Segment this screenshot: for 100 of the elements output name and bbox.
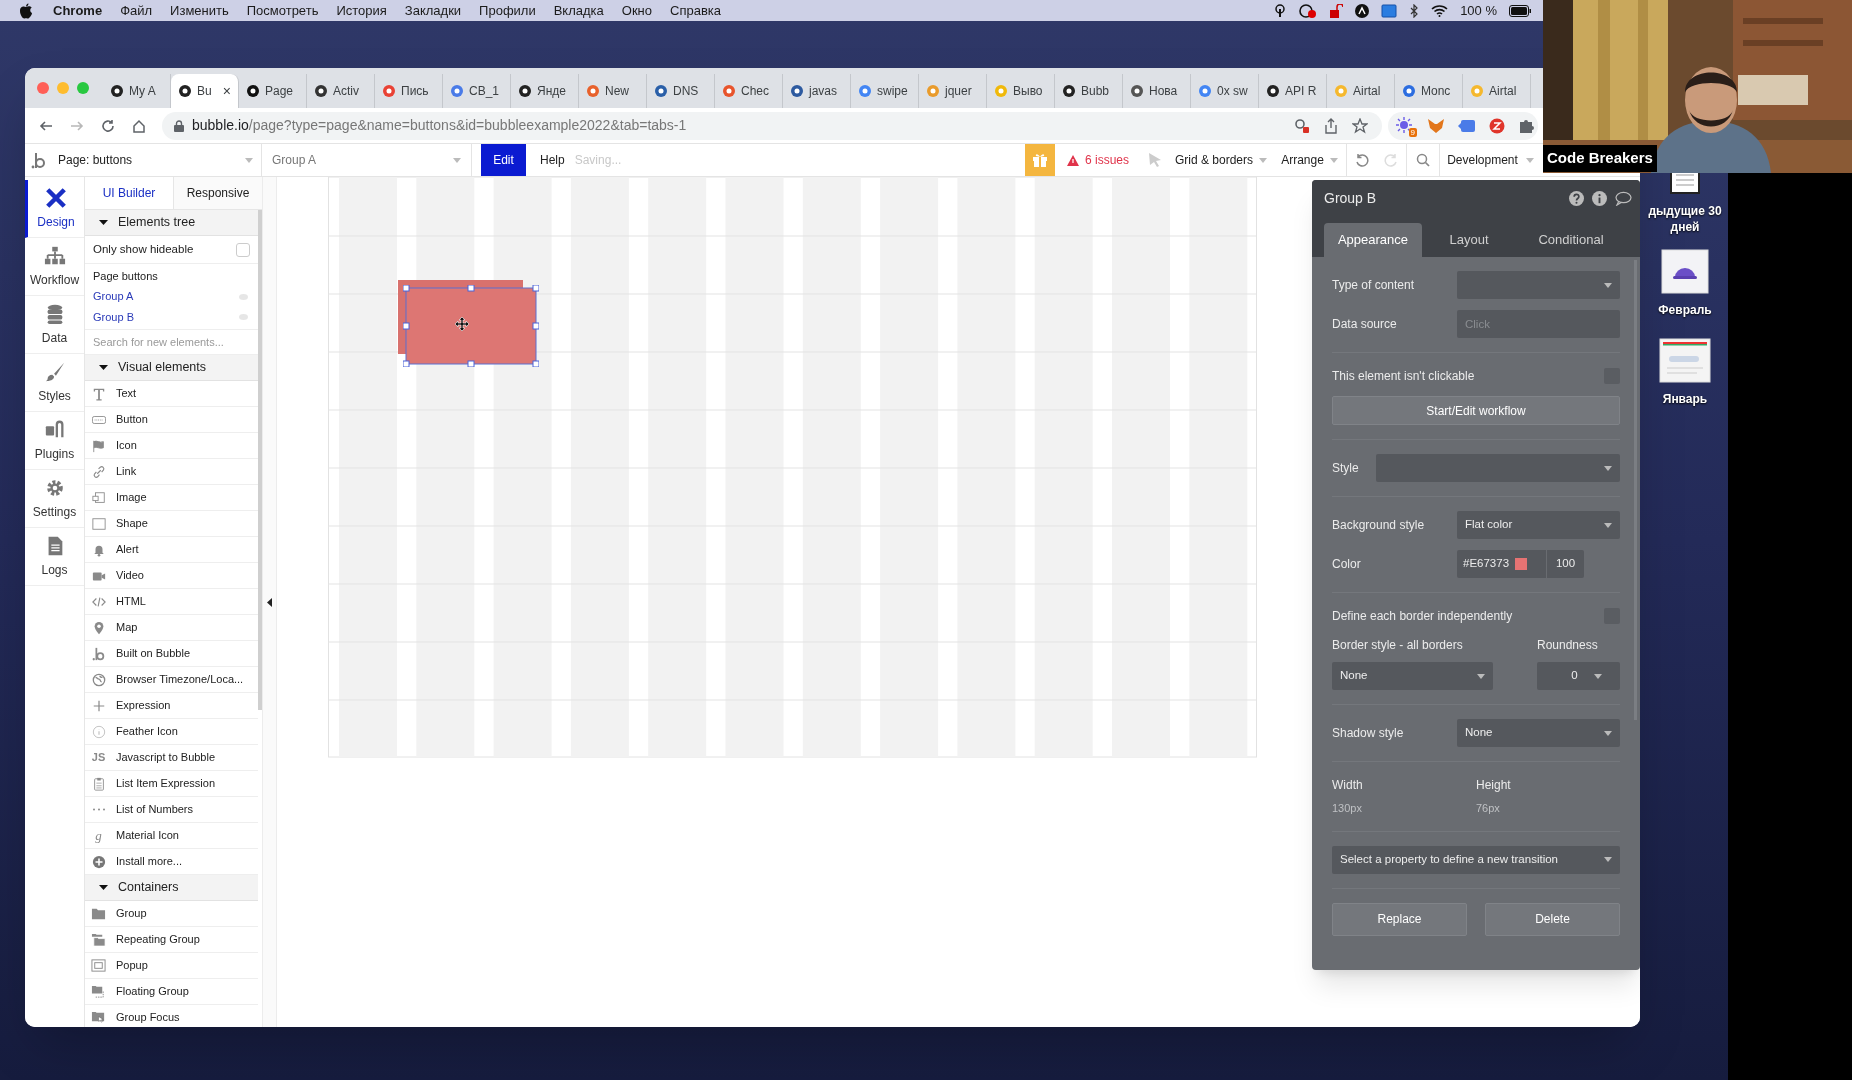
help-link[interactable]: Help	[540, 151, 565, 169]
search-field[interactable]: Search for new elements...	[85, 330, 258, 355]
element-list-item[interactable]: Map	[85, 615, 258, 641]
workflow-button[interactable]: Start/Edit workflow	[1332, 396, 1620, 425]
tree-item[interactable]: Group A	[93, 288, 134, 305]
menu-item[interactable]: Окно	[621, 0, 653, 21]
delete-button[interactable]: Delete	[1485, 902, 1620, 936]
element-list-item[interactable]: Repeating Group	[85, 927, 258, 953]
menu-item[interactable]: История	[336, 0, 387, 21]
element-list-item[interactable]: Popup	[85, 953, 258, 979]
share-icon[interactable]	[1324, 117, 1338, 134]
element-dropdown[interactable]: Group A	[262, 144, 472, 176]
helmet-thumbnail[interactable]	[1661, 249, 1709, 294]
element-list-item[interactable]: Feather Icon	[85, 719, 258, 745]
close-window-button[interactable]	[37, 82, 49, 94]
reload-icon[interactable]	[101, 118, 115, 133]
element-list-item[interactable]: Floating Group	[85, 979, 258, 1005]
element-list-item[interactable]: Group	[85, 901, 258, 927]
desktop-icon-label[interactable]: дыдущие 30 дней	[1643, 203, 1727, 235]
element-list-item[interactable]: Group Focus	[85, 1005, 258, 1027]
search-icon[interactable]	[1416, 153, 1430, 167]
sidebar-item[interactable]: Settings	[25, 470, 84, 528]
select-dropdown[interactable]: Flat color	[1457, 511, 1620, 539]
color-value[interactable]: #E67373	[1457, 555, 1510, 573]
element-list-item[interactable]: Icon	[85, 433, 258, 459]
panel-tab[interactable]: Appearance	[1324, 223, 1422, 257]
logo-icon	[91, 646, 106, 661]
element-list-item[interactable]: g Material Icon	[85, 823, 258, 849]
toolbar-menu[interactable]: Grid & borders	[1169, 144, 1273, 176]
extension-icon[interactable]	[1489, 117, 1505, 134]
page-dropdown[interactable]: Page: buttons	[50, 144, 262, 176]
home-icon[interactable]	[132, 118, 146, 133]
opacity-value[interactable]: 100	[1546, 550, 1584, 578]
element-list-item[interactable]: Browser Timezone/Loca...	[85, 667, 258, 693]
panel-tab[interactable]: Responsive	[173, 177, 262, 209]
transition-dropdown[interactable]: Select a property to define a new transition	[1332, 845, 1620, 874]
sidebar-item[interactable]: Plugins	[25, 412, 84, 470]
screenshot-thumbnail[interactable]	[1659, 338, 1711, 383]
menu-item[interactable]: Профили	[479, 0, 536, 21]
element-list-item[interactable]: List Item Expression	[85, 771, 258, 797]
element-list-item[interactable]: Expression	[85, 693, 258, 719]
tag-icon[interactable]	[1458, 118, 1476, 133]
puzzle-icon[interactable]	[1518, 117, 1534, 134]
section-header[interactable]: Containers	[85, 875, 258, 901]
element-list-item[interactable]: Alert	[85, 537, 258, 563]
element-list-item[interactable]: Text	[85, 381, 258, 407]
menu-item[interactable]: Файл	[120, 0, 153, 21]
element-list-item[interactable]: Button	[85, 407, 258, 433]
gift-button[interactable]	[1025, 144, 1055, 176]
selected-group[interactable]	[403, 285, 539, 367]
element-list-item[interactable]: List of Numbers	[85, 797, 258, 823]
address-field[interactable]: bubble.io/page?type=page&name=buttons&id=bubbleexample2022&tab=tabs-1	[162, 111, 1382, 140]
checkbox[interactable]	[236, 242, 250, 257]
help-icon[interactable]	[1569, 191, 1584, 206]
menu-item[interactable]: Справка	[670, 0, 722, 21]
comment-icon[interactable]	[1615, 191, 1632, 206]
close-tab-button[interactable]: ×	[222, 84, 231, 98]
status-icon	[1355, 3, 1370, 18]
desktop-icon-label[interactable]: Январь	[1643, 391, 1727, 407]
element-list-item[interactable]: Video	[85, 563, 258, 589]
star-icon[interactable]	[1352, 117, 1368, 134]
sidebar-item[interactable]: Data	[25, 296, 84, 354]
element-list-item[interactable]: JS Javascript to Bubble	[85, 745, 258, 771]
toolbar-menu[interactable]: Arrange	[1273, 144, 1346, 176]
select-dropdown[interactable]: 0	[1537, 662, 1620, 690]
sidebar-item[interactable]: Styles	[25, 354, 84, 412]
fox-icon[interactable]	[1427, 117, 1445, 134]
select-dropdown[interactable]: None	[1332, 662, 1493, 690]
element-list-item[interactable]: Shape	[85, 511, 258, 537]
element-list-item[interactable]: HTML	[85, 589, 258, 615]
sidebar-item[interactable]: Logs	[25, 528, 84, 586]
edit-button[interactable]: Edit	[481, 144, 526, 176]
browser-tab[interactable]: Bu ×	[171, 74, 239, 108]
back-icon[interactable]	[39, 118, 53, 133]
sidebar-item[interactable]: Workflow	[25, 238, 84, 296]
element-list-item[interactable]: Image	[85, 485, 258, 511]
collapse-arrow-icon[interactable]	[267, 597, 272, 607]
desktop-icon-label[interactable]: Февраль	[1643, 302, 1727, 318]
element-list-item[interactable]: Link	[85, 459, 258, 485]
color-swatch[interactable]	[1515, 558, 1528, 570]
key-icon[interactable]	[1294, 117, 1310, 134]
section-header[interactable]: Elements tree	[85, 210, 258, 236]
menu-item[interactable]: Закладки	[404, 0, 462, 21]
version-dropdown[interactable]: Development	[1439, 144, 1541, 176]
app-menu[interactable]: Chrome	[53, 0, 103, 21]
menu-item[interactable]: Вкладка	[553, 0, 604, 21]
tree-item[interactable]: Page buttons	[93, 267, 158, 285]
replace-button[interactable]: Replace	[1332, 902, 1467, 936]
tree-item[interactable]: Group B	[93, 308, 134, 326]
info-icon[interactable]	[1592, 191, 1607, 206]
menu-item[interactable]: Посмотреть	[246, 0, 319, 21]
select-dropdown[interactable]: None	[1457, 719, 1620, 747]
panel-tab[interactable]: Layout	[1422, 223, 1516, 257]
undo-icon[interactable]	[1354, 153, 1369, 167]
section-header[interactable]: Visual elements	[85, 355, 258, 381]
menu-item[interactable]: Изменить	[170, 0, 229, 21]
forward-icon[interactable]	[70, 118, 84, 133]
issues-button[interactable]: 6 issues	[1055, 144, 1141, 176]
panel-tab[interactable]: Conditional	[1516, 223, 1626, 257]
element-list-item[interactable]: Built on Bubble	[85, 641, 258, 667]
